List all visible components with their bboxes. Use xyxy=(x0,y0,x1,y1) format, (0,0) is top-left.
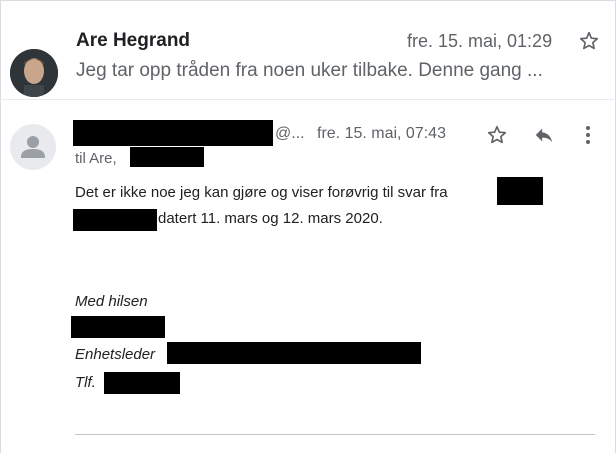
sender-email-suffix: @... xyxy=(275,125,305,142)
reply-icon[interactable] xyxy=(533,124,555,151)
body-line-2: datert 11. mars og 12. mars 2020. xyxy=(158,210,383,227)
phone-label: Tlf. xyxy=(75,374,96,391)
star-icon[interactable] xyxy=(578,30,600,57)
collapsed-message[interactable]: Are Hegrand fre. 15. mai, 01:29 Jeg tar … xyxy=(0,20,614,98)
sender-name: Are Hegrand xyxy=(76,30,191,51)
message-snippet: Jeg tar opp tråden fra noen uker tilbake… xyxy=(76,60,543,81)
person-icon xyxy=(10,124,56,170)
redacted-sender xyxy=(73,120,273,146)
redacted-phone xyxy=(104,372,180,394)
redacted-signer-name xyxy=(71,316,165,338)
more-vert-icon[interactable] xyxy=(582,124,594,151)
body-line-1: Det er ikke noe jeg kan gjøre og viser f… xyxy=(75,184,448,201)
redacted-recipient xyxy=(130,147,204,167)
expanded-message-date: fre. 15. mai, 07:43 xyxy=(317,125,446,142)
message-date: fre. 15. mai, 01:29 xyxy=(407,31,553,51)
title-label: Enhetsleder xyxy=(75,346,156,363)
star-icon[interactable] xyxy=(486,124,508,151)
closing: Med hilsen xyxy=(75,293,148,310)
redacted-title xyxy=(167,342,421,364)
redacted-body-2 xyxy=(73,209,157,231)
signature-divider xyxy=(75,434,595,435)
sender-avatar xyxy=(10,49,58,97)
redacted-body-1 xyxy=(497,177,543,205)
to-recipients: til Are, xyxy=(75,150,117,167)
divider xyxy=(0,99,614,100)
